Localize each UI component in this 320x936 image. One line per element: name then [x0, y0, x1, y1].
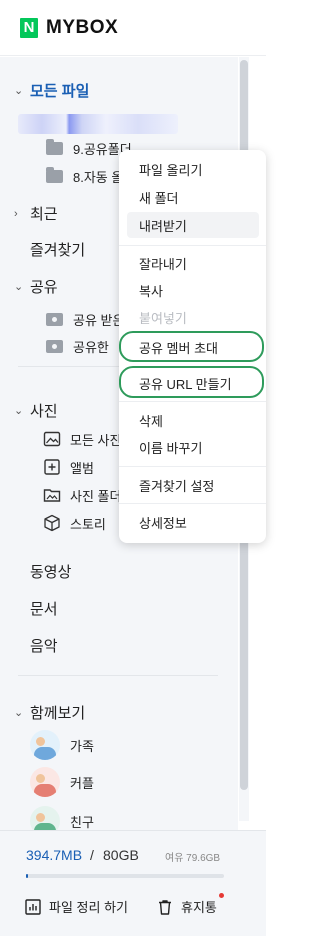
menu-item-delete[interactable]: 삭제 [127, 407, 259, 433]
menu-separator [119, 401, 266, 402]
folder-icon [46, 139, 63, 155]
sidebar-item-favorites[interactable]: 즐겨찾기 [30, 239, 85, 260]
sidebar-divider [18, 675, 218, 676]
storage-separator: / [90, 847, 94, 863]
couple-avatar [30, 767, 60, 797]
menu-item-download[interactable]: 내려받기 [127, 212, 259, 238]
shared-folder-icon [46, 313, 63, 326]
menu-separator [119, 503, 266, 504]
sidebar-item-label: 즐겨찾기 [30, 242, 86, 259]
sidebar-item-label: 앨범 [70, 460, 94, 476]
mybox-logo[interactable]: N MYBOX [20, 17, 118, 39]
storage-total: 80GB [103, 847, 139, 863]
naver-n-icon: N [20, 18, 38, 38]
storage-remaining: 여유 79.6GB [165, 853, 221, 864]
menu-item-label: 복사 [139, 283, 163, 299]
sidebar-item-shared-sent[interactable]: 공유한 [46, 337, 109, 356]
trash-label: 휴지통 [181, 900, 217, 915]
photo-folder-icon [43, 489, 61, 502]
highlight-share-url [119, 366, 264, 398]
sidebar-item-label: 모든 사진 [70, 432, 122, 448]
sidebar-item-documents[interactable]: 문서 [30, 598, 58, 619]
menu-item-label: 내려받기 [139, 218, 187, 234]
menu-item-copy[interactable]: 복사 [127, 277, 259, 303]
sidebar-item-label: 함께보기 [30, 705, 86, 722]
folder-item[interactable]: 8.자동 올 [46, 167, 123, 186]
sidebar-item-label: 커플 [70, 775, 94, 791]
sidebar-item-family[interactable]: 가족 [30, 730, 94, 760]
menu-item-paste: 붙여넣기 [127, 304, 259, 330]
sidebar-item-label: 공유한 [73, 340, 109, 355]
menu-item-label: 상세정보 [139, 515, 187, 531]
chevron-right-icon[interactable]: › [14, 208, 30, 220]
folder-icon [46, 167, 63, 183]
trash-icon [159, 899, 171, 915]
sidebar-item-together[interactable]: ⌄ 함께보기 [14, 702, 85, 723]
blurred-account-name [18, 114, 178, 134]
sidebar-item-couple[interactable]: 커플 [30, 767, 94, 797]
menu-separator [119, 466, 266, 467]
app-header: N MYBOX [0, 0, 266, 56]
sidebar-item-label: 사진 폴더 [70, 488, 122, 504]
sidebar-item-label: 최근 [30, 206, 58, 223]
folder-name: 8.자동 올 [73, 170, 124, 185]
sidebar-item-label: 스토리 [70, 516, 106, 532]
shared-folder-icon [46, 340, 63, 353]
sidebar-item-videos[interactable]: 동영상 [30, 561, 71, 582]
storage-panel: 394.7MB / 80GB 여유 79.6GB 파일 정리 하기 휴지통 [0, 830, 266, 936]
menu-item-label: 즐겨찾기 설정 [139, 478, 215, 494]
sidebar-item-label: 사진 [30, 403, 58, 420]
app-title: MYBOX [46, 17, 119, 38]
storage-progress-fill [26, 874, 28, 878]
menu-separator [119, 245, 266, 246]
menu-item-upload[interactable]: 파일 올리기 [127, 156, 259, 182]
notification-dot [219, 893, 224, 898]
menu-item-label: 새 폴더 [139, 190, 179, 206]
organize-files-label: 파일 정리 하기 [49, 900, 128, 915]
menu-item-label: 붙여넣기 [139, 310, 187, 326]
sidebar-item-photo-folder[interactable]: 사진 폴더 [42, 485, 121, 505]
chevron-down-icon[interactable]: ⌄ [14, 84, 30, 97]
sidebar-item-label: 공유 받은 [73, 313, 125, 328]
chevron-down-icon[interactable]: ⌄ [14, 706, 30, 719]
sidebar-item-shared[interactable]: ⌄ 공유 [14, 276, 58, 297]
sidebar-item-shared-received[interactable]: 공유 받은 [46, 310, 124, 329]
menu-item-label: 파일 올리기 [139, 162, 203, 178]
menu-item-new-folder[interactable]: 새 폴더 [127, 184, 259, 210]
menu-item-cut[interactable]: 잘라내기 [127, 250, 259, 276]
sidebar-item-photos[interactable]: ⌄ 사진 [14, 400, 58, 421]
storage-progress-bar [26, 874, 224, 878]
highlight-invite-members [119, 331, 264, 362]
sidebar-item-label: 모든 파일 [30, 83, 90, 100]
trash-button[interactable]: 휴지통 [156, 897, 217, 916]
menu-item-label: 삭제 [139, 413, 163, 429]
sidebar-item-recent[interactable]: › 최근 [14, 203, 58, 224]
image-icon [43, 431, 61, 447]
menu-item-rename[interactable]: 이름 바꾸기 [127, 434, 259, 460]
sidebar-item-album[interactable]: 앨범 [42, 457, 94, 477]
sidebar-item-label: 친구 [70, 814, 94, 830]
menu-item-label: 잘라내기 [139, 256, 187, 272]
menu-item-label: 이름 바꾸기 [139, 440, 203, 456]
family-avatar [30, 730, 60, 760]
sidebar-item-music[interactable]: 음악 [30, 635, 58, 656]
chart-icon [25, 898, 41, 915]
chevron-down-icon[interactable]: ⌄ [14, 280, 30, 293]
sidebar-item-label: 음악 [30, 638, 58, 655]
sidebar-item-label: 공유 [30, 279, 58, 296]
album-icon [44, 459, 60, 475]
sidebar-item-label: 동영상 [30, 564, 72, 581]
sidebar-item-all-photos[interactable]: 모든 사진 [42, 429, 121, 449]
storage-used: 394.7MB [26, 847, 83, 863]
sidebar-item-label: 가족 [70, 738, 94, 754]
sidebar-item-label: 문서 [30, 601, 58, 618]
story-cube-icon [44, 514, 60, 532]
organize-files-button[interactable]: 파일 정리 하기 [24, 897, 128, 916]
menu-item-favorite-settings[interactable]: 즐겨찾기 설정 [127, 472, 259, 498]
sidebar-item-all-files[interactable]: ⌄ 모든 파일 [14, 80, 89, 101]
menu-item-details[interactable]: 상세정보 [127, 509, 259, 535]
sidebar-item-story[interactable]: 스토리 [42, 513, 106, 533]
chevron-down-icon[interactable]: ⌄ [14, 404, 30, 417]
